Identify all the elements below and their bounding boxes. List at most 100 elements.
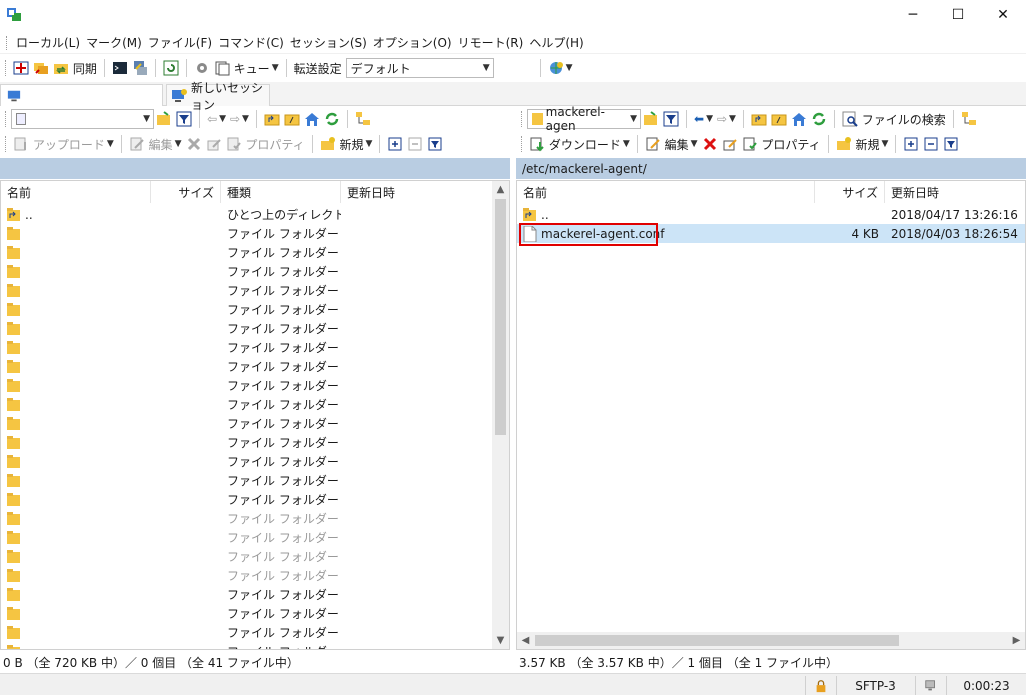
table-row[interactable]: ファイル フォルダー bbox=[1, 433, 341, 452]
scroll-thumb[interactable] bbox=[535, 635, 899, 646]
table-row[interactable]: ファイル フォルダー bbox=[1, 281, 341, 300]
right-parent-directory-button[interactable] bbox=[749, 108, 769, 130]
menu-commands[interactable]: コマンド(C) bbox=[215, 34, 287, 51]
column-name[interactable]: 名前 ^ bbox=[1, 181, 151, 203]
right-root-directory-button[interactable] bbox=[769, 108, 789, 130]
right-delete-button[interactable] bbox=[700, 133, 720, 155]
table-row[interactable]: .. ひとつ上のディレクトリ bbox=[1, 205, 341, 224]
left-open-directory-button[interactable] bbox=[154, 108, 174, 130]
table-row[interactable]: ファイル フォルダー bbox=[1, 338, 341, 357]
right-forward-button[interactable]: ⇨ ▼ bbox=[715, 108, 738, 130]
putty-button[interactable] bbox=[130, 57, 150, 79]
table-row[interactable]: ファイル フォルダー bbox=[1, 300, 341, 319]
maximize-button[interactable]: ☐ bbox=[935, 0, 981, 30]
column-size[interactable]: サイズ bbox=[815, 181, 885, 203]
right-directory-select[interactable]: mackerel-agen ▼ bbox=[527, 105, 641, 133]
table-row[interactable]: ファイル フォルダー bbox=[1, 490, 341, 509]
table-row[interactable]: ファイル フォルダー bbox=[1, 395, 341, 414]
menu-session[interactable]: セッション(S) bbox=[287, 34, 370, 51]
table-row[interactable]: ファイル フォルダー bbox=[1, 319, 341, 338]
left-drive-select[interactable]: ▼ bbox=[11, 109, 154, 129]
menu-file[interactable]: ファイル(F) bbox=[145, 34, 215, 51]
left-home-directory-button[interactable] bbox=[302, 108, 322, 130]
left-vertical-scrollbar[interactable]: ▲ ▼ bbox=[492, 181, 509, 649]
transfer-preset-select[interactable]: デフォルト ▼ bbox=[345, 58, 494, 78]
right-edit-button[interactable]: 編集 ▼ bbox=[643, 133, 700, 155]
menu-local[interactable]: ローカル(L) bbox=[13, 34, 83, 51]
column-size[interactable]: サイズ bbox=[151, 181, 221, 203]
download-button[interactable]: ダウンロード ▼ bbox=[527, 133, 632, 155]
left-new-button[interactable]: 新規 ▼ bbox=[318, 133, 375, 155]
left-root-directory-button[interactable] bbox=[282, 108, 302, 130]
left-select-all-button[interactable] bbox=[385, 133, 405, 155]
find-files-button[interactable]: ファイルの検索 bbox=[840, 108, 948, 130]
right-home-directory-button[interactable] bbox=[789, 108, 809, 130]
table-row[interactable]: ファイル フォルダー bbox=[1, 528, 341, 547]
table-row[interactable]: ファイル フォルダー bbox=[1, 452, 341, 471]
table-row[interactable]: ファイル フォルダー bbox=[1, 547, 341, 566]
right-tree-button[interactable] bbox=[959, 108, 979, 130]
refresh-session-button[interactable] bbox=[161, 57, 181, 79]
left-back-button[interactable]: ⇦ ▼ bbox=[205, 108, 228, 130]
synchronize-button[interactable]: 同期 bbox=[51, 57, 99, 79]
open-terminal-button[interactable] bbox=[110, 57, 130, 79]
left-properties-button[interactable]: プロパティ bbox=[224, 133, 307, 155]
table-row[interactable]: .. 2018/04/17 13:26:16 bbox=[517, 205, 1025, 224]
scroll-left-icon[interactable]: ◀ bbox=[517, 632, 534, 649]
right-back-button[interactable]: ⬅ ▼ bbox=[692, 108, 715, 130]
table-row[interactable]: ファイル フォルダー bbox=[1, 357, 341, 376]
left-tree-button[interactable] bbox=[353, 108, 373, 130]
right-unselect-button[interactable] bbox=[921, 133, 941, 155]
synchronize-browsing-button[interactable] bbox=[31, 57, 51, 79]
right-horizontal-scrollbar[interactable]: ◀ ▶ bbox=[517, 632, 1025, 649]
scroll-up-icon[interactable]: ▲ bbox=[492, 181, 509, 198]
left-parent-directory-button[interactable] bbox=[262, 108, 282, 130]
left-filter-select-button[interactable] bbox=[425, 133, 445, 155]
menu-remote[interactable]: リモート(R) bbox=[455, 34, 527, 51]
scroll-thumb[interactable] bbox=[495, 199, 506, 435]
right-new-button[interactable]: 新規 ▼ bbox=[834, 133, 891, 155]
right-properties-button[interactable]: プロパティ bbox=[740, 133, 823, 155]
column-modified[interactable]: 更新日時 bbox=[341, 181, 491, 203]
scroll-down-icon[interactable]: ▼ bbox=[492, 632, 509, 649]
left-filter-button[interactable] bbox=[174, 108, 194, 130]
column-name[interactable]: 名前 ^ bbox=[517, 181, 815, 203]
table-row[interactable]: ファイル フォルダー bbox=[1, 566, 341, 585]
table-row[interactable]: ファイル フォルダー bbox=[1, 509, 341, 528]
table-row[interactable]: ファイル フォルダー bbox=[1, 224, 341, 243]
right-open-directory-button[interactable] bbox=[641, 108, 661, 130]
menu-help[interactable]: ヘルプ(H) bbox=[526, 34, 586, 51]
right-refresh-button[interactable] bbox=[809, 108, 829, 130]
tab-new-session[interactable]: 新しいセッション bbox=[166, 81, 270, 112]
tab-local-session[interactable] bbox=[0, 84, 163, 106]
left-forward-button[interactable]: ⇨ ▼ bbox=[228, 108, 251, 130]
table-row[interactable]: ファイル フォルダー bbox=[1, 262, 341, 281]
upload-button[interactable]: アップロード ▼ bbox=[11, 133, 116, 155]
menu-mark[interactable]: マーク(M) bbox=[83, 34, 145, 51]
left-delete-button[interactable] bbox=[184, 133, 204, 155]
table-row[interactable]: ファイル フォルダー bbox=[1, 642, 341, 649]
table-row[interactable]: ファイル フォルダー bbox=[1, 376, 341, 395]
minimize-button[interactable]: ─ bbox=[890, 0, 936, 30]
left-edit-button[interactable]: 編集 ▼ bbox=[127, 133, 184, 155]
column-modified[interactable]: 更新日時 bbox=[885, 181, 1025, 203]
right-filter-select-button[interactable] bbox=[941, 133, 961, 155]
column-type[interactable]: 種類 bbox=[221, 181, 341, 203]
table-row[interactable]: ファイル フォルダー bbox=[1, 243, 341, 262]
close-button[interactable]: ✕ bbox=[980, 0, 1026, 30]
right-rename-button[interactable] bbox=[720, 133, 740, 155]
preferences-button[interactable] bbox=[192, 57, 212, 79]
scroll-right-icon[interactable]: ▶ bbox=[1008, 632, 1025, 649]
right-select-all-button[interactable] bbox=[901, 133, 921, 155]
compare-directories-button[interactable] bbox=[11, 57, 31, 79]
right-filter-button[interactable] bbox=[661, 108, 681, 130]
queue-button[interactable]: キュー ▼ bbox=[212, 57, 281, 79]
transfer-settings-options-button[interactable]: ▼ bbox=[546, 57, 575, 79]
table-row[interactable]: ファイル フォルダー bbox=[1, 414, 341, 433]
table-row[interactable]: ファイル フォルダー bbox=[1, 585, 341, 604]
left-refresh-button[interactable] bbox=[322, 108, 342, 130]
left-unselect-button[interactable] bbox=[405, 133, 425, 155]
table-row[interactable]: ファイル フォルダー bbox=[1, 471, 341, 490]
table-row[interactable]: ファイル フォルダー bbox=[1, 623, 341, 642]
table-row[interactable]: ファイル フォルダー bbox=[1, 604, 341, 623]
